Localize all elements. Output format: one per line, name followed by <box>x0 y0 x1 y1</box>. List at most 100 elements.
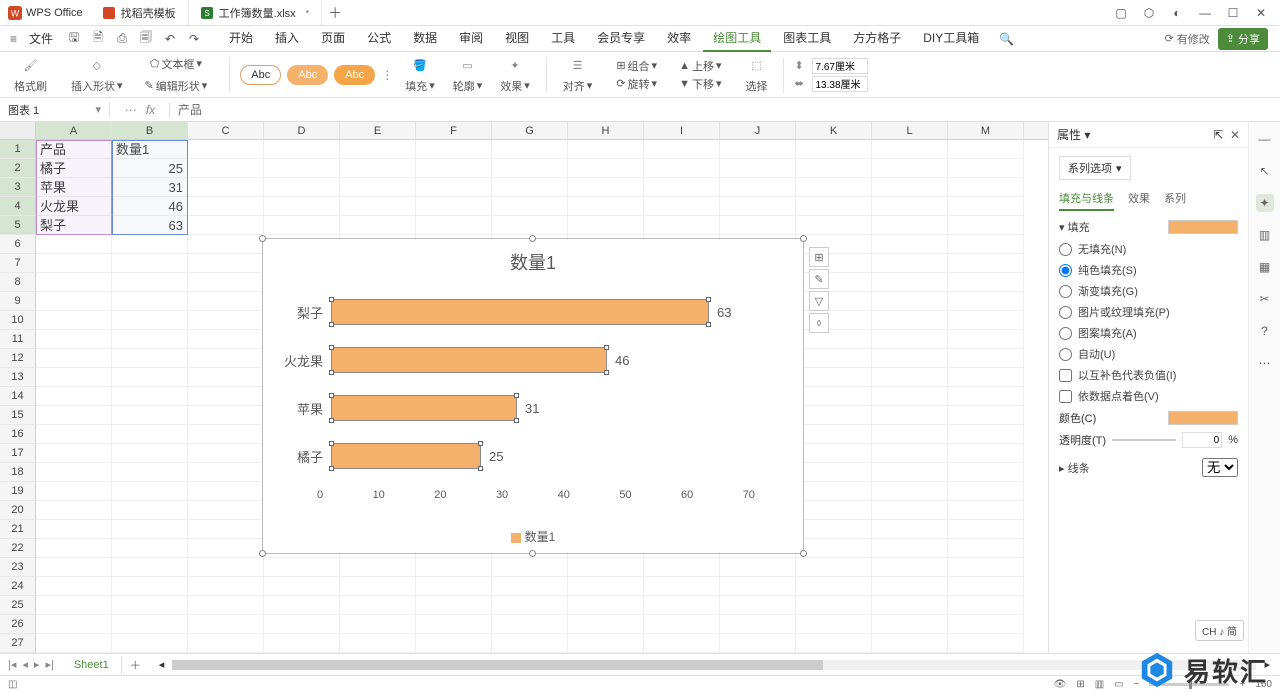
cell[interactable] <box>948 463 1024 482</box>
cell[interactable] <box>112 292 188 311</box>
fill-check[interactable]: 以互补色代表负值(I) <box>1059 367 1238 383</box>
effect-dropdown[interactable]: ✦效果▾ <box>494 56 536 94</box>
cell[interactable] <box>188 235 264 254</box>
sheet-area[interactable]: ABCDEFGHIJKLM 1产品数量12橘子253苹果314火龙果465梨子6… <box>0 122 1048 653</box>
cell[interactable] <box>796 539 872 558</box>
row-header[interactable]: 7 <box>0 254 36 273</box>
save-icon[interactable]: 🖫 <box>67 32 81 46</box>
fill-mode-auto[interactable]: 自动(U) <box>1059 346 1238 362</box>
cell[interactable] <box>188 577 264 596</box>
hamburger-icon[interactable]: ≡ <box>4 32 23 46</box>
order-dropdown[interactable]: ▲ 上移 ▾▼ 下移 ▾ <box>673 58 727 92</box>
cell[interactable] <box>264 558 340 577</box>
col-header-I[interactable]: I <box>644 122 720 139</box>
cell[interactable] <box>796 501 872 520</box>
cell[interactable] <box>36 596 112 615</box>
view-normal-icon[interactable]: 👁 <box>1054 679 1067 690</box>
cell[interactable] <box>720 159 796 178</box>
cell[interactable] <box>948 273 1024 292</box>
height-input[interactable] <box>812 58 868 74</box>
cell[interactable] <box>872 311 948 330</box>
cell[interactable] <box>644 577 720 596</box>
cell[interactable] <box>796 444 872 463</box>
menu-DIY工具箱[interactable]: DIY工具箱 <box>913 25 989 52</box>
file-menu[interactable]: 文件 <box>23 30 59 47</box>
row-header[interactable]: 3 <box>0 178 36 197</box>
row-header[interactable]: 21 <box>0 520 36 539</box>
cell[interactable] <box>796 235 872 254</box>
prop-tab[interactable]: 填充与线条 <box>1059 190 1114 211</box>
cell[interactable]: 橘子 <box>36 159 112 178</box>
cell[interactable] <box>264 577 340 596</box>
menu-数据[interactable]: 数据 <box>403 25 447 52</box>
cell[interactable] <box>872 615 948 634</box>
sheet-nav[interactable]: |◂◂▸▸| <box>0 658 62 671</box>
cell[interactable] <box>36 368 112 387</box>
cell[interactable] <box>112 368 188 387</box>
window-restore-icon[interactable]: ▢ <box>1114 6 1128 20</box>
cell[interactable] <box>948 330 1024 349</box>
cell[interactable] <box>340 140 416 159</box>
transparency-input[interactable] <box>1182 432 1222 448</box>
cell[interactable] <box>948 520 1024 539</box>
cell[interactable] <box>720 140 796 159</box>
rail-chart-icon[interactable]: ▥ <box>1256 226 1274 244</box>
fill-color-swatch[interactable] <box>1168 220 1238 234</box>
cell[interactable] <box>188 273 264 292</box>
cell[interactable] <box>188 197 264 216</box>
row-header[interactable]: 14 <box>0 387 36 406</box>
cell[interactable] <box>796 463 872 482</box>
menu-公式[interactable]: 公式 <box>357 25 401 52</box>
cell[interactable] <box>796 520 872 539</box>
cell[interactable] <box>188 159 264 178</box>
cell[interactable] <box>264 178 340 197</box>
line-style-select[interactable]: 无 <box>1202 458 1238 477</box>
cell[interactable] <box>796 178 872 197</box>
cell[interactable] <box>568 596 644 615</box>
pin-icon[interactable]: ⇱ <box>1213 128 1223 142</box>
col-header-M[interactable]: M <box>948 122 1024 139</box>
cell[interactable] <box>872 292 948 311</box>
menu-方方格子[interactable]: 方方格子 <box>843 25 911 52</box>
cell[interactable] <box>872 368 948 387</box>
cell[interactable] <box>720 558 796 577</box>
cell[interactable] <box>416 577 492 596</box>
cell[interactable] <box>36 520 112 539</box>
cell[interactable] <box>112 577 188 596</box>
chart-bar[interactable]: 苹果31 <box>331 393 539 423</box>
cell[interactable] <box>188 463 264 482</box>
cell[interactable] <box>36 235 112 254</box>
cell[interactable] <box>188 140 264 159</box>
cell[interactable] <box>568 140 644 159</box>
cell[interactable] <box>796 254 872 273</box>
cell[interactable] <box>568 197 644 216</box>
zoom-out-icon[interactable]: − <box>1134 679 1140 690</box>
menu-图表工具[interactable]: 图表工具 <box>773 25 841 52</box>
print-icon[interactable]: ⎙ <box>115 32 129 46</box>
cell[interactable] <box>872 425 948 444</box>
cell[interactable] <box>644 159 720 178</box>
cell[interactable]: 31 <box>112 178 188 197</box>
row-header[interactable]: 11 <box>0 330 36 349</box>
cell[interactable] <box>36 425 112 444</box>
window-cube-icon[interactable]: ⬡ <box>1142 6 1156 20</box>
cell[interactable] <box>188 444 264 463</box>
rail-table-icon[interactable]: ▦ <box>1256 258 1274 276</box>
shape-style-gallery[interactable]: Abc Abc Abc ⋮ <box>240 65 393 85</box>
row-header[interactable]: 1 <box>0 140 36 159</box>
row-header[interactable]: 15 <box>0 406 36 425</box>
cell[interactable] <box>112 501 188 520</box>
menu-插入[interactable]: 插入 <box>265 25 309 52</box>
cell[interactable]: 数量1 <box>112 140 188 159</box>
cell[interactable] <box>188 387 264 406</box>
cell[interactable] <box>948 235 1024 254</box>
fill-dropdown[interactable]: 🪣填充▾ <box>399 56 441 94</box>
menu-会员专享[interactable]: 会员专享 <box>587 25 655 52</box>
cell[interactable] <box>188 216 264 235</box>
cell[interactable] <box>36 463 112 482</box>
chart-title[interactable]: 数量1 <box>263 239 803 275</box>
cell[interactable] <box>112 634 188 653</box>
row-header[interactable]: 18 <box>0 463 36 482</box>
cell[interactable] <box>36 330 112 349</box>
cell[interactable] <box>872 463 948 482</box>
